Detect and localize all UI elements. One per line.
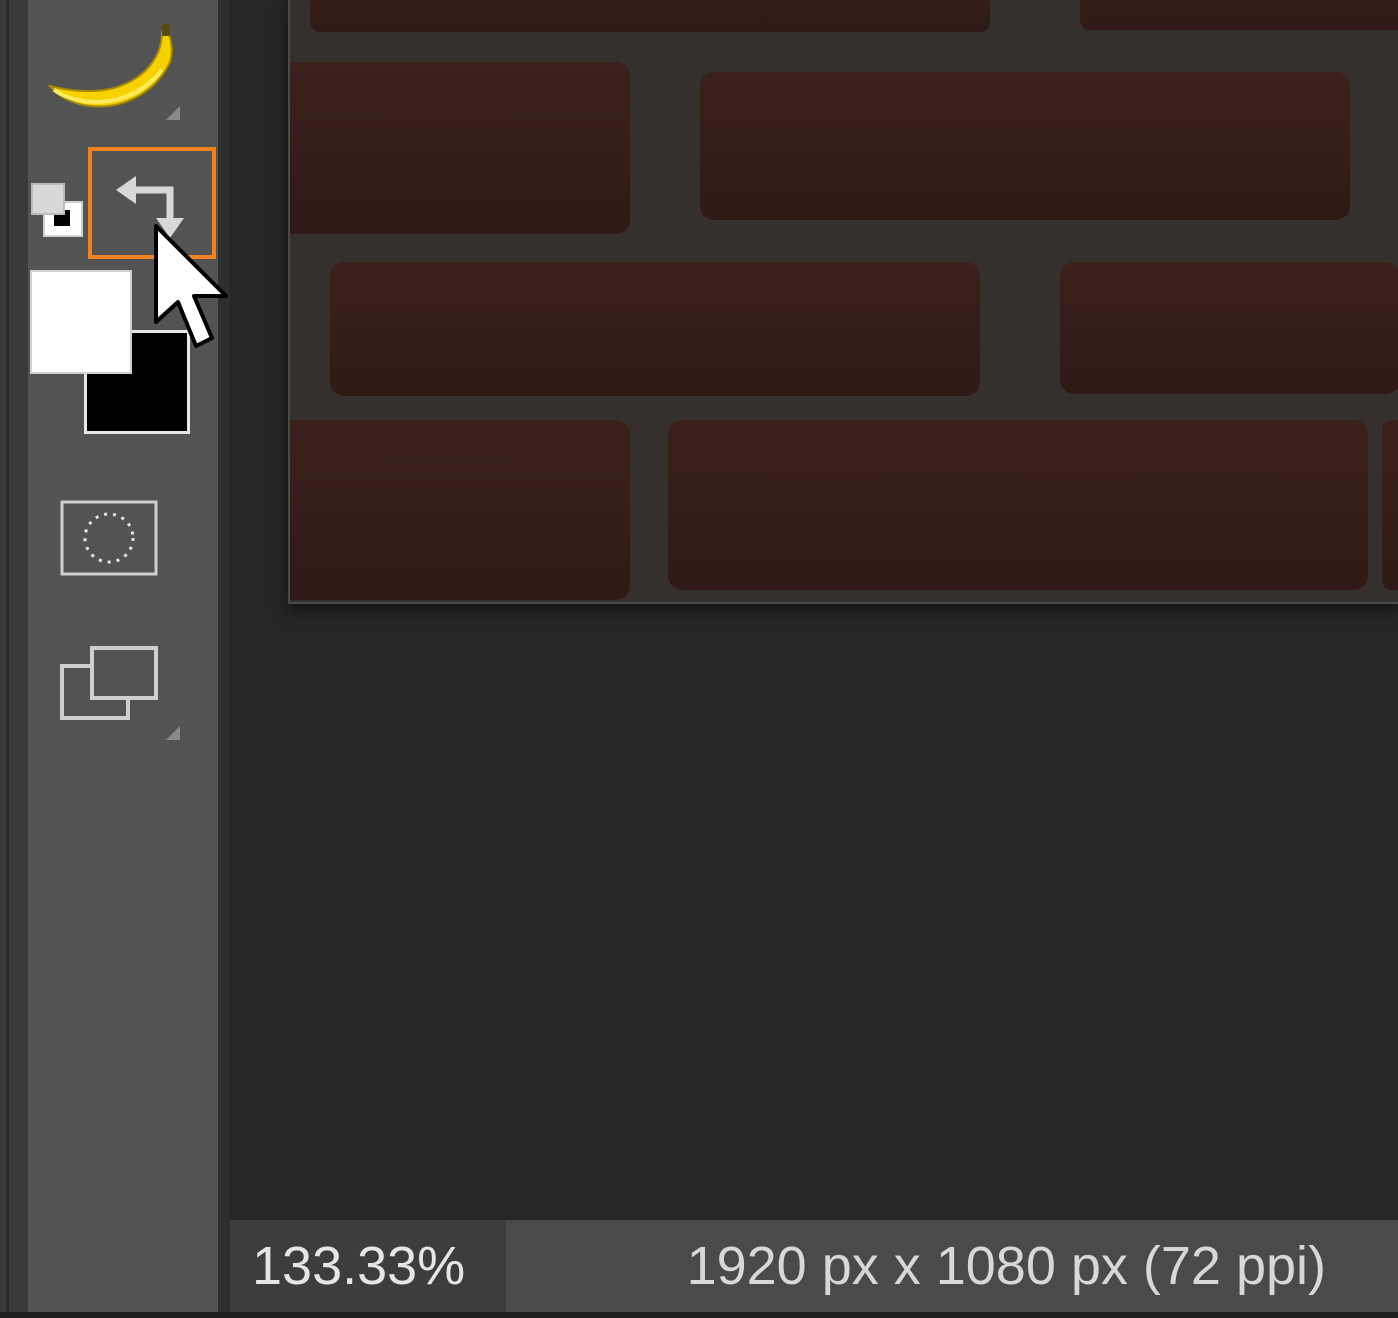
app-window: 133.33% 1920 px x 1080 px (72 ppi): [0, 0, 1398, 1318]
brick-wall-image: [290, 0, 1398, 602]
default-colors-icon[interactable]: [30, 180, 86, 240]
tool-flyout-indicator: [166, 726, 180, 740]
screen-mode-icon[interactable]: [58, 640, 162, 726]
bottom-border: [0, 1312, 1398, 1318]
tool-flyout-indicator: [166, 106, 180, 120]
zoom-level-field[interactable]: 133.33%: [230, 1220, 506, 1312]
toolbar-separator: [218, 0, 230, 1318]
document-info[interactable]: 1920 px x 1080 px (72 ppi): [506, 1220, 1398, 1312]
status-bar: 133.33% 1920 px x 1080 px (72 ppi): [230, 1220, 1398, 1312]
document-canvas[interactable]: [288, 0, 1398, 604]
left-edge-strip: [0, 0, 29, 1318]
quick-mask-icon[interactable]: [60, 500, 158, 576]
banana-icon[interactable]: [44, 20, 184, 120]
mouse-pointer-icon: [150, 222, 240, 354]
foreground-color-swatch[interactable]: [30, 270, 132, 374]
